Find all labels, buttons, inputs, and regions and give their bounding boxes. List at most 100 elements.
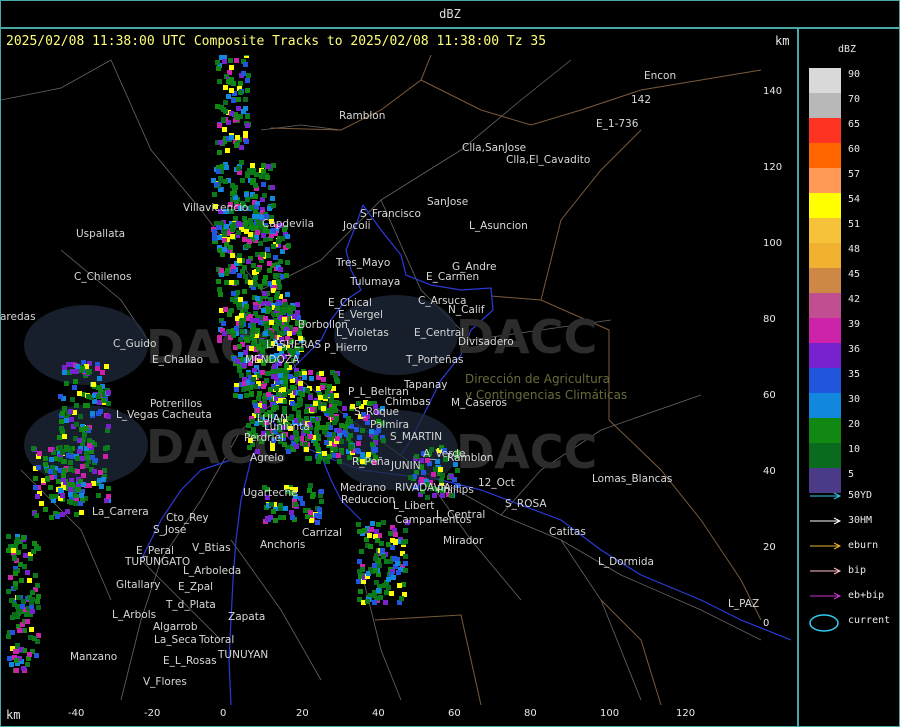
reflectivity-cell [273, 518, 278, 523]
reflectivity-cell [85, 403, 90, 408]
place-label: P_Hierro [324, 342, 368, 354]
reflectivity-cell [248, 280, 253, 285]
place-label: La_Carrera [92, 506, 149, 518]
place-label: L_Vegas [116, 409, 159, 421]
reflectivity-cell [313, 441, 318, 446]
place-label: Cacheuta [162, 409, 212, 421]
place-label: Tulumaya [350, 276, 401, 288]
reflectivity-cell [337, 401, 342, 406]
reflectivity-cell [293, 502, 298, 507]
reflectivity-cell [253, 282, 258, 287]
reflectivity-cell [22, 544, 27, 549]
reflectivity-cell [224, 224, 229, 229]
reflectivity-cell [334, 393, 339, 398]
reflectivity-cell [224, 242, 229, 247]
track-legend-label: 30HM [848, 515, 873, 526]
reflectivity-cell [216, 66, 221, 71]
reflectivity-cell [87, 438, 92, 443]
reflectivity-cell [223, 307, 228, 312]
reflectivity-cell [217, 287, 222, 292]
reflectivity-cell [263, 331, 268, 336]
reflectivity-cell [392, 556, 397, 561]
reflectivity-cell [251, 323, 256, 328]
reflectivity-cell [33, 476, 38, 481]
reflectivity-cell [327, 384, 332, 389]
place-label: Divisadero [458, 336, 514, 348]
reflectivity-cell [334, 416, 339, 421]
reflectivity-cell [264, 324, 269, 329]
reflectivity-cell [271, 244, 276, 249]
reflectivity-cell [219, 268, 224, 273]
reflectivity-cell [74, 369, 79, 374]
reflectivity-cell [33, 485, 38, 490]
reflectivity-cell [380, 548, 385, 553]
reflectivity-cell [269, 502, 274, 507]
reflectivity-cell [358, 589, 363, 594]
reflectivity-cell [235, 135, 240, 140]
reflectivity-cell [308, 370, 313, 375]
reflectivity-cell [106, 390, 111, 395]
reflectivity-cell [236, 106, 241, 111]
reflectivity-cell [217, 225, 222, 230]
reflectivity-cell [262, 399, 267, 404]
reflectivity-cell [79, 427, 84, 432]
reflectivity-cell [283, 302, 288, 307]
reflectivity-cell [260, 370, 265, 375]
reflectivity-cell [255, 230, 260, 235]
reflectivity-cell [104, 364, 109, 369]
reflectivity-cell [249, 346, 254, 351]
reflectivity-cell [99, 484, 104, 489]
reflectivity-cell [386, 542, 391, 547]
reflectivity-cell [367, 533, 372, 538]
reflectivity-cell [372, 563, 377, 568]
reflectivity-cell [365, 599, 370, 604]
reflectivity-cell [319, 371, 324, 376]
reflectivity-cell [48, 447, 53, 452]
legend-swatch [809, 318, 841, 343]
reflectivity-cell [265, 516, 270, 521]
y-tick-label: 120 [763, 162, 783, 173]
reflectivity-cell [20, 604, 25, 609]
legend-title: dBZ [838, 44, 857, 55]
reflectivity-cell [234, 387, 239, 392]
reflectivity-cell [270, 196, 275, 201]
reflectivity-cell [222, 59, 227, 64]
reflectivity-cell [374, 529, 379, 534]
reflectivity-cell [393, 532, 398, 537]
reflectivity-cell [280, 331, 285, 336]
place-label: Phillips [437, 484, 474, 496]
reflectivity-cell [35, 583, 40, 588]
place-label: Tres_Mayo [336, 257, 391, 269]
place-label: Capdevila [262, 218, 315, 230]
reflectivity-cell [265, 175, 270, 180]
legend-swatch [809, 143, 841, 168]
reflectivity-cell [389, 591, 394, 596]
reflectivity-cell [230, 227, 235, 232]
reflectivity-cell [25, 619, 30, 624]
reflectivity-cell [373, 556, 378, 561]
reflectivity-cell [360, 428, 365, 433]
reflectivity-cell [257, 391, 262, 396]
reflectivity-cell [36, 465, 41, 470]
reflectivity-cell [372, 448, 377, 453]
reflectivity-cell [28, 556, 33, 561]
reflectivity-cell [223, 179, 228, 184]
reflectivity-cell [276, 392, 281, 397]
place-label: C_Chilenos [74, 271, 132, 283]
reflectivity-cell [258, 241, 263, 246]
reflectivity-cell [282, 392, 287, 397]
reflectivity-cell [106, 414, 111, 419]
reflectivity-cell [65, 446, 70, 451]
reflectivity-cell [262, 291, 267, 296]
place-label: E_Zpal [178, 581, 214, 593]
reflectivity-cell [233, 393, 238, 398]
reflectivity-cell [86, 370, 91, 375]
reflectivity-cell [253, 311, 258, 316]
reflectivity-cell [265, 371, 270, 376]
place-label: L_Asuncion [469, 220, 528, 232]
y-tick-label: 100 [763, 238, 783, 249]
reflectivity-cell [321, 377, 326, 382]
reflectivity-cell [245, 173, 250, 178]
reflectivity-cell [224, 271, 229, 276]
reflectivity-cell [303, 442, 308, 447]
